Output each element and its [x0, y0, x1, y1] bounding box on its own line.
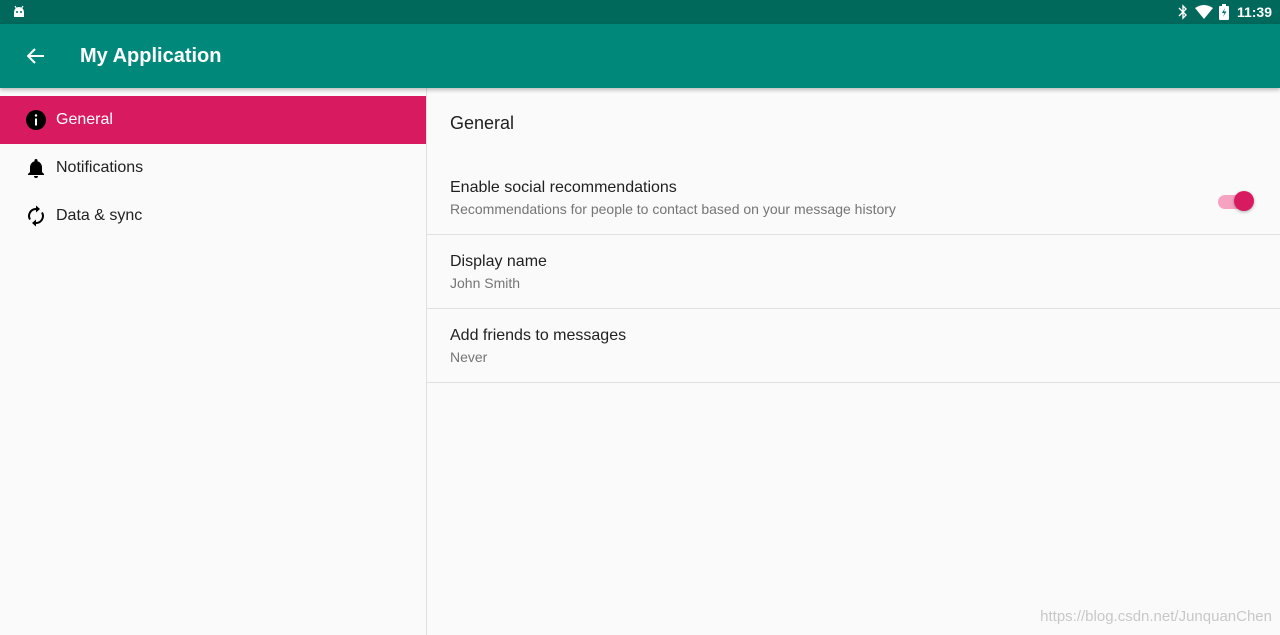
pref-title: Display name	[450, 253, 547, 270]
sidebar-item-label: Notifications	[56, 159, 144, 176]
arrow-back-icon	[27, 48, 44, 64]
app-bar: My Application	[0, 24, 1280, 88]
switch-thumb	[1234, 191, 1254, 211]
sidebar-item-notifications[interactable]: Notifications	[0, 144, 426, 192]
sidebar-item-label: Data & sync	[56, 207, 143, 224]
pref-display-name[interactable]: Display name John Smith	[427, 252, 1280, 309]
row-divider	[427, 308, 1280, 309]
bell-icon	[28, 159, 44, 178]
row-divider	[427, 382, 1280, 383]
pref-summary: Never	[450, 349, 488, 365]
wifi-icon	[1194, 5, 1213, 19]
settings-content: General Enable social recommendations Re…	[427, 88, 1280, 635]
pref-summary: Recommendations for people to contact ba…	[450, 201, 896, 217]
section-title: General	[450, 113, 515, 133]
watermark: https://blog.csdn.net/JunquanChen	[1040, 608, 1272, 625]
sync-icon	[28, 205, 44, 227]
android-icon	[14, 5, 24, 17]
app-title: My Application	[80, 45, 222, 67]
pref-add-friends[interactable]: Add friends to messages Never	[427, 326, 1280, 383]
social-recommendations-switch[interactable]	[1218, 190, 1254, 212]
info-icon	[26, 110, 46, 130]
battery-icon	[1218, 4, 1229, 20]
pref-summary: John Smith	[450, 275, 521, 291]
row-divider	[427, 234, 1280, 235]
sidebar-item-data-sync[interactable]: Data & sync	[0, 192, 426, 240]
sidebar-item-general[interactable]: General	[0, 96, 426, 144]
status-bar: 11:39	[0, 0, 1280, 24]
pref-social-recommendations[interactable]: Enable social recommendations Recommenda…	[427, 178, 1280, 235]
sidebar-item-label: General	[56, 111, 113, 128]
bluetooth-icon	[1178, 4, 1187, 20]
status-time: 11:39	[1236, 4, 1272, 20]
back-button[interactable]	[20, 40, 52, 72]
sidebar: General Notifications Data & sync	[0, 88, 426, 635]
pref-title: Enable social recommendations	[450, 179, 677, 196]
pref-title: Add friends to messages	[450, 327, 627, 344]
